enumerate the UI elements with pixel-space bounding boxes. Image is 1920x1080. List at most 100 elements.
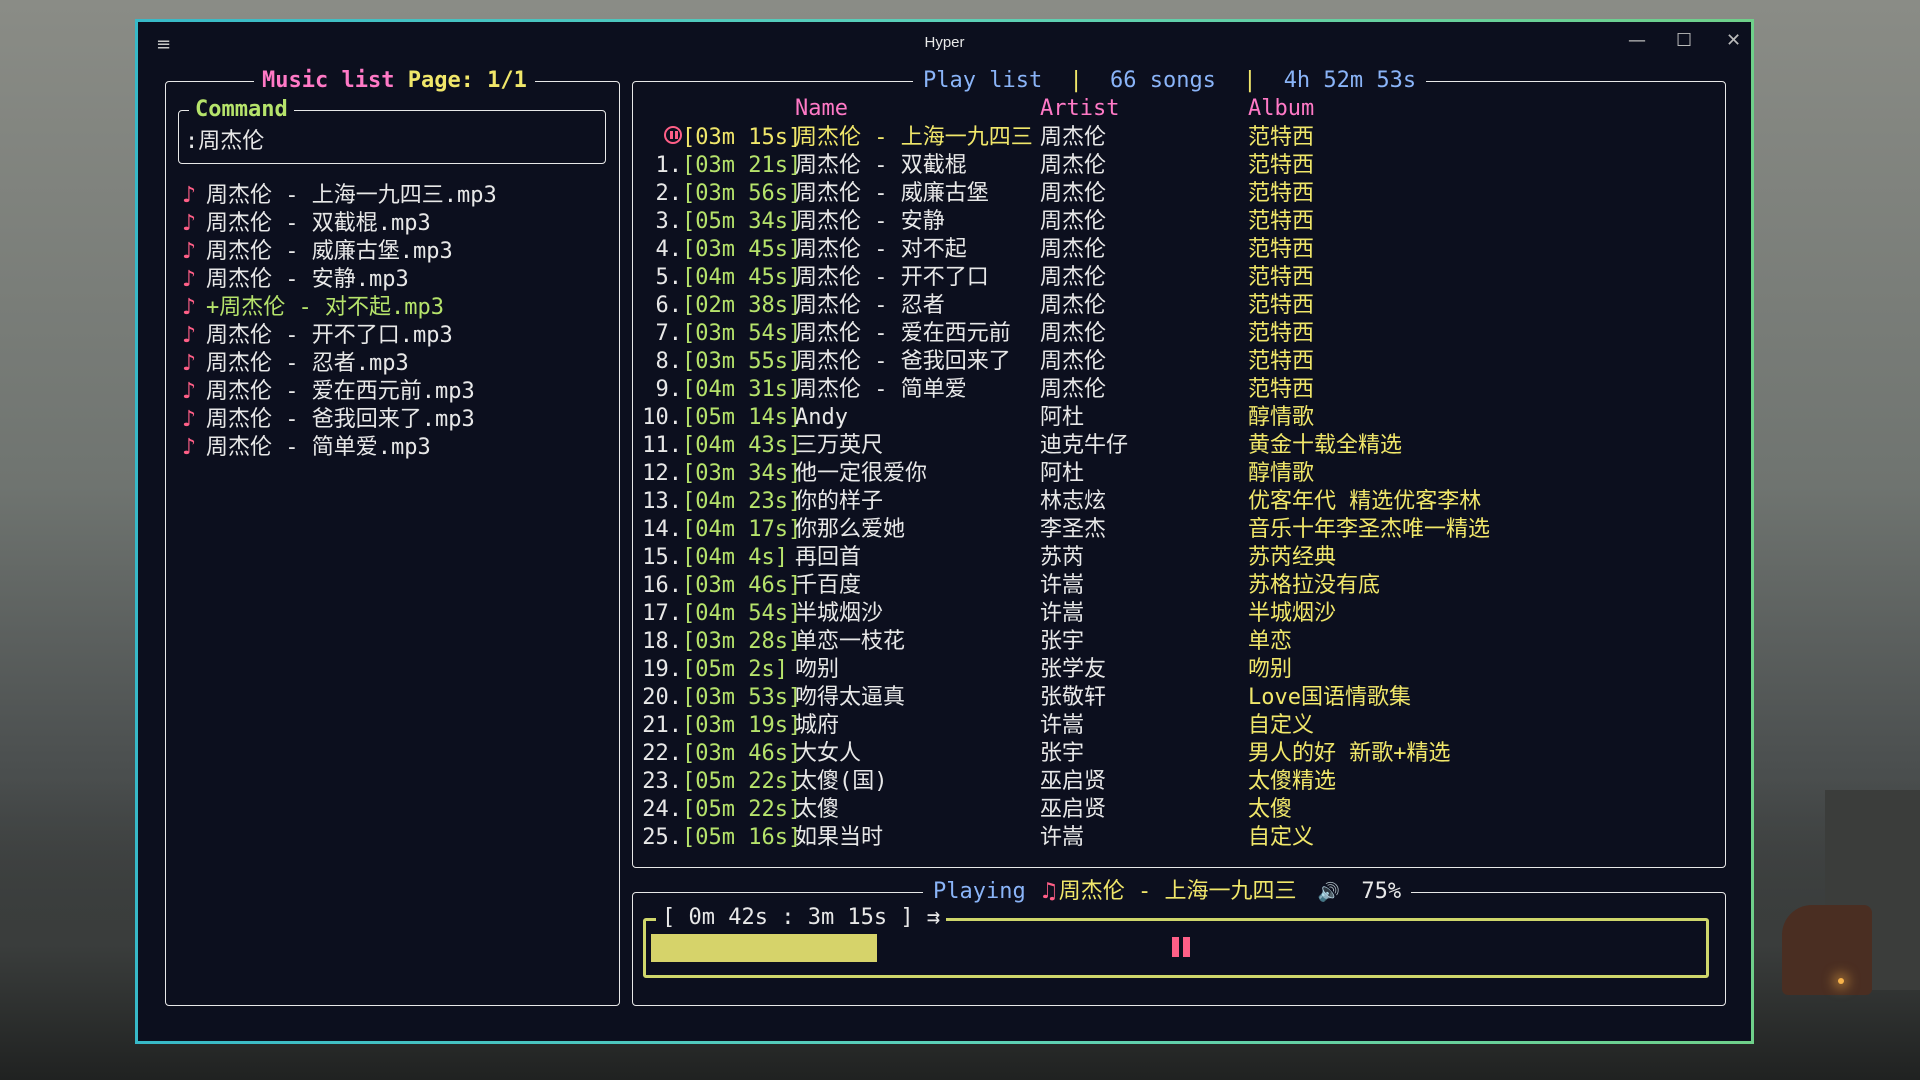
close-button[interactable]: ✕ <box>1726 30 1741 51</box>
column-header-artist: Artist <box>1040 96 1120 121</box>
row-index: 3. <box>655 209 683 234</box>
volume-level: 75% <box>1361 879 1402 904</box>
row-artist: 林志炫 <box>1040 489 1107 514</box>
command-input[interactable]: :周杰伦 <box>185 123 264 155</box>
volume-icon[interactable]: 🔊 <box>1318 882 1340 903</box>
pause-icon[interactable] <box>1172 937 1192 957</box>
row-album: 醇情歌 <box>1248 405 1315 430</box>
row-name: 周杰伦 - 上海一九四三 <box>795 125 1033 150</box>
row-album: 半城烟沙 <box>1248 601 1337 626</box>
row-name: 三万英尺 <box>795 433 884 458</box>
row-name: 太傻 <box>795 797 840 822</box>
file-item[interactable]: ♪ 周杰伦 - 上海一九四三.mp3 <box>182 182 497 210</box>
row-duration: [03m 54s] <box>682 321 802 346</box>
play-list-row[interactable]: [03m 15s] 周杰伦 - 上海一九四三 周杰伦 范特西 <box>638 124 1718 152</box>
row-artist: 周杰伦 <box>1040 265 1107 290</box>
progress-bar[interactable]: [ 0m 42s : 3m 15s ] ⇉ <box>643 905 1709 978</box>
play-list-row[interactable]: 25. [05m 16s] 如果当时 许嵩 自定义 <box>638 824 1718 852</box>
row-duration: [03m 46s] <box>682 741 802 766</box>
file-item[interactable]: ♪ 周杰伦 - 爱在西元前.mp3 <box>182 378 497 406</box>
play-list-row[interactable]: 8. [03m 55s] 周杰伦 - 爸我回来了 周杰伦 范特西 <box>638 348 1718 376</box>
play-list-row[interactable]: 24. [05m 22s] 太傻 巫启贤 太傻 <box>638 796 1718 824</box>
play-list-row[interactable]: 22. [03m 46s] 大女人 张宇 男人的好 新歌+精选 <box>638 740 1718 768</box>
row-duration: [03m 56s] <box>682 181 802 206</box>
play-list-row[interactable]: 20. [03m 53s] 吻得太逼真 张敬轩 Love国语情歌集 <box>638 684 1718 712</box>
music-note-icon: ♪ <box>182 351 197 376</box>
row-duration: [04m 45s] <box>682 265 802 290</box>
row-name: 城府 <box>795 713 840 738</box>
play-list-row[interactable]: 21. [03m 19s] 城府 许嵩 自定义 <box>638 712 1718 740</box>
file-item[interactable]: ♪ 周杰伦 - 威廉古堡.mp3 <box>182 238 497 266</box>
play-list-row[interactable]: 12. [03m 34s] 他一定很爱你 阿杜 醇情歌 <box>638 460 1718 488</box>
row-album: 范特西 <box>1248 209 1315 234</box>
music-note-icon: ♪ <box>182 267 197 292</box>
file-item[interactable]: ♪ 周杰伦 - 简单爱.mp3 <box>182 434 497 462</box>
row-album: 范特西 <box>1248 293 1315 318</box>
play-list-row[interactable]: 17. [04m 54s] 半城烟沙 许嵩 半城烟沙 <box>638 600 1718 628</box>
row-name: Andy <box>795 405 848 430</box>
music-note-icon: ♪ <box>182 379 197 404</box>
file-item[interactable]: ♪ 周杰伦 - 双截棍.mp3 <box>182 210 497 238</box>
file-name: 周杰伦 - 上海一九四三.mp3 <box>206 183 497 208</box>
playing-panel: Playing ♫周杰伦 - 上海一九四三 🔊 75% [ 0m 42s : 3… <box>632 879 1726 1006</box>
row-index: 8. <box>655 349 683 374</box>
play-list-row[interactable]: 6. [02m 38s] 周杰伦 - 忍者 周杰伦 范特西 <box>638 292 1718 320</box>
play-list-row[interactable]: 1. [03m 21s] 周杰伦 - 双截棍 周杰伦 范特西 <box>638 152 1718 180</box>
row-index: 19. <box>642 657 682 682</box>
row-name: 你的样子 <box>795 489 884 514</box>
maximize-button[interactable]: ☐ <box>1676 30 1692 51</box>
row-index: 16. <box>642 573 682 598</box>
row-album: 范特西 <box>1248 153 1315 178</box>
file-item[interactable]: ♪ 周杰伦 - 爸我回来了.mp3 <box>182 406 497 434</box>
play-list-row[interactable]: 9. [04m 31s] 周杰伦 - 简单爱 周杰伦 范特西 <box>638 376 1718 404</box>
row-index: 23. <box>642 769 682 794</box>
music-note-icon: ♪ <box>182 295 197 320</box>
play-list-row[interactable]: 13. [04m 23s] 你的样子 林志炫 优客年代 精选优客李林 <box>638 488 1718 516</box>
file-item[interactable]: ♪ 周杰伦 - 忍者.mp3 <box>182 350 497 378</box>
play-list-row[interactable]: 5. [04m 45s] 周杰伦 - 开不了口 周杰伦 范特西 <box>638 264 1718 292</box>
paused-status-icon <box>664 126 682 144</box>
row-name: 如果当时 <box>795 825 884 850</box>
title-bar[interactable]: ≡ Hyper — ☐ ✕ <box>138 22 1751 64</box>
music-note-icon: ♪ <box>182 211 197 236</box>
row-name: 太傻(国) <box>795 769 888 794</box>
row-artist: 许嵩 <box>1040 713 1085 738</box>
now-playing-track: 周杰伦 - 上海一九四三 <box>1058 879 1297 904</box>
row-artist: 张宇 <box>1040 629 1085 654</box>
row-duration: [03m 15s] <box>682 125 802 150</box>
minimize-button[interactable]: — <box>1628 30 1646 51</box>
row-duration: [03m 19s] <box>682 713 802 738</box>
row-index: 17. <box>642 601 682 626</box>
play-list-row[interactable]: 7. [03m 54s] 周杰伦 - 爱在西元前 周杰伦 范特西 <box>638 320 1718 348</box>
file-item[interactable]: ♪ 周杰伦 - 开不了口.mp3 <box>182 322 497 350</box>
play-list-row[interactable]: 15. [04m 4s] 再回首 苏芮 苏芮经典 <box>638 544 1718 572</box>
row-album: 范特西 <box>1248 265 1315 290</box>
play-list-row[interactable]: 4. [03m 45s] 周杰伦 - 对不起 周杰伦 范特西 <box>638 236 1718 264</box>
command-title: Command <box>189 97 294 123</box>
row-index: 5. <box>655 265 683 290</box>
play-list-row[interactable]: 11. [04m 43s] 三万英尺 迪克牛仔 黄金十载全精选 <box>638 432 1718 460</box>
play-list-row[interactable]: 10. [05m 14s] Andy 阿杜 醇情歌 <box>638 404 1718 432</box>
play-list-row[interactable]: 19. [05m 2s] 吻别 张学友 吻别 <box>638 656 1718 684</box>
row-duration: [04m 17s] <box>682 517 802 542</box>
music-list-title: Music list Page: 1/1 <box>254 68 535 94</box>
music-list-panel: Music list Page: 1/1 Command :周杰伦 ♪ 周杰伦 -… <box>165 68 620 1006</box>
file-item[interactable]: ♪ 周杰伦 - 安静.mp3 <box>182 266 497 294</box>
play-list-row[interactable]: 2. [03m 56s] 周杰伦 - 威廉古堡 周杰伦 范特西 <box>638 180 1718 208</box>
command-box[interactable]: Command :周杰伦 <box>178 97 606 164</box>
row-album: 范特西 <box>1248 377 1315 402</box>
row-album: 太傻 <box>1248 797 1293 822</box>
row-name: 周杰伦 - 安静 <box>795 209 945 234</box>
row-artist: 周杰伦 <box>1040 181 1107 206</box>
playing-title: Playing ♫周杰伦 - 上海一九四三 🔊 75% <box>923 879 1412 906</box>
file-item[interactable]: ♪ +周杰伦 - 对不起.mp3 <box>182 294 497 322</box>
row-duration: [05m 34s] <box>682 209 802 234</box>
row-name: 吻得太逼真 <box>795 685 906 710</box>
play-list-row[interactable]: 3. [05m 34s] 周杰伦 - 安静 周杰伦 范特西 <box>638 208 1718 236</box>
row-artist: 周杰伦 <box>1040 293 1107 318</box>
play-list-row[interactable]: 18. [03m 28s] 单恋一枝花 张宇 单恋 <box>638 628 1718 656</box>
row-album: 范特西 <box>1248 125 1315 150</box>
play-list-row[interactable]: 16. [03m 46s] 千百度 许嵩 苏格拉没有底 <box>638 572 1718 600</box>
play-list-row[interactable]: 14. [04m 17s] 你那么爱她 李圣杰 音乐十年李圣杰唯一精选 <box>638 516 1718 544</box>
play-list-row[interactable]: 23. [05m 22s] 太傻(国) 巫启贤 太傻精选 <box>638 768 1718 796</box>
